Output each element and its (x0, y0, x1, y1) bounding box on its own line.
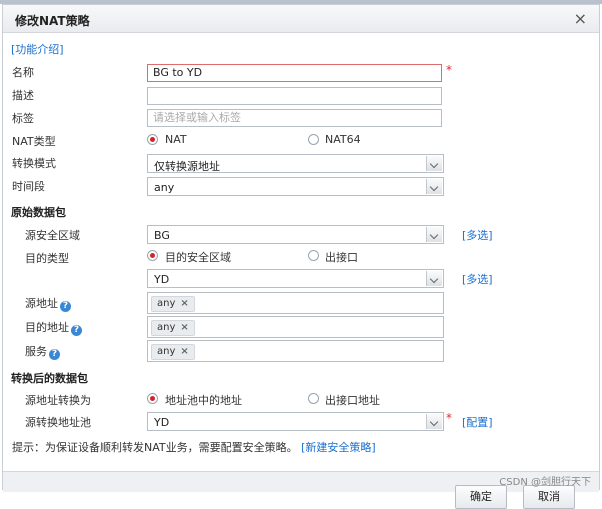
name-required-mark: * (446, 63, 452, 77)
csdn-watermark: CSDN @剑胆行天下 (499, 477, 591, 488)
description-input[interactable] (147, 87, 442, 105)
original-packet-section-title: 原始数据包 (11, 206, 66, 219)
source-address-tag-text: any (157, 298, 176, 309)
source-zone-multi-select-link[interactable]: [多选] (462, 227, 493, 243)
address-pool-config-link[interactable]: [配置] (462, 414, 493, 430)
cancel-button[interactable]: 取消 (523, 485, 575, 509)
destination-zone-multi-select-link[interactable]: [多选] (462, 271, 493, 287)
ok-button[interactable]: 确定 (455, 485, 507, 509)
destination-address-field[interactable]: any × (147, 316, 444, 338)
time-range-select[interactable]: any (147, 177, 444, 196)
destination-type-option-zone: 目的安全区域 (165, 251, 231, 264)
address-pool-required-mark: * (446, 411, 452, 425)
address-pool-label: 源转换地址池 (25, 416, 91, 429)
nat-type-radio-nat[interactable] (147, 134, 158, 145)
dialog-title: 修改NAT策略 (15, 14, 90, 28)
converted-packet-section-title: 转换后的数据包 (11, 372, 88, 385)
destination-address-tag: any × (151, 320, 195, 336)
nat-type-option-nat64: NAT64 (325, 133, 361, 146)
help-icon[interactable]: ? (60, 301, 71, 312)
source-convert-option-interface: 出接口地址 (325, 394, 380, 407)
service-label-text: 服务 (25, 345, 47, 358)
tag-label: 标签 (12, 112, 34, 125)
nat-type-radio-nat64[interactable] (308, 134, 319, 145)
destination-address-tag-text: any (157, 322, 176, 333)
convert-mode-select[interactable]: 仅转换源地址 (147, 154, 444, 173)
dialog-titlebar: 修改NAT策略 × (3, 5, 599, 33)
destination-type-radio-interface[interactable] (308, 250, 319, 261)
tag-placeholder: 请选择或输入标签 (153, 111, 241, 124)
service-tag-text: any (157, 346, 176, 357)
help-icon[interactable]: ? (49, 349, 60, 360)
service-tag: any × (151, 344, 195, 360)
time-range-label: 时间段 (12, 180, 45, 193)
destination-zone-select[interactable]: YD (147, 269, 444, 288)
tag-input[interactable]: 请选择或输入标签 (147, 109, 442, 127)
destination-type-option-interface: 出接口 (325, 251, 358, 264)
remove-tag-icon[interactable]: × (180, 346, 188, 357)
remove-tag-icon[interactable]: × (180, 298, 188, 309)
hint-message: 提示：为保证设备顺利转发NAT业务，需要配置安全策略。 (12, 441, 298, 454)
source-zone-value: BG (154, 229, 170, 242)
help-icon[interactable]: ? (71, 325, 82, 336)
chevron-down-icon[interactable] (426, 179, 442, 194)
nat-policy-dialog: 修改NAT策略 × [功能介绍] 名称 BG to YD * 描述 标签 请选择… (2, 4, 600, 509)
address-pool-select[interactable]: YD (147, 412, 444, 431)
name-label: 名称 (12, 66, 34, 79)
source-address-tag: any × (151, 296, 195, 312)
time-range-value: any (154, 181, 175, 194)
service-label: 服务? (25, 343, 60, 360)
close-icon[interactable]: × (574, 9, 587, 28)
remove-tag-icon[interactable]: × (180, 322, 188, 333)
source-convert-option-pool: 地址池中的地址 (165, 394, 242, 407)
address-pool-value: YD (154, 416, 170, 429)
destination-type-radio-zone[interactable] (147, 250, 158, 261)
destination-zone-value: YD (154, 273, 170, 286)
new-security-policy-link[interactable]: [新建安全策略] (301, 441, 376, 454)
source-address-label: 源地址? (25, 295, 71, 312)
convert-mode-value: 仅转换源地址 (154, 160, 220, 173)
source-convert-radio-interface[interactable] (308, 393, 319, 404)
source-zone-select[interactable]: BG (147, 225, 444, 244)
nat-type-label: NAT类型 (12, 135, 56, 148)
source-address-field[interactable]: any × (147, 292, 444, 314)
chevron-down-icon[interactable] (426, 271, 442, 286)
source-zone-label: 源安全区域 (25, 229, 80, 242)
service-field[interactable]: any × (147, 340, 444, 362)
source-address-label-text: 源地址 (25, 297, 58, 310)
destination-address-label: 目的地址? (25, 319, 82, 336)
name-input[interactable]: BG to YD (147, 64, 442, 82)
chevron-down-icon[interactable] (426, 156, 442, 171)
feature-intro-link[interactable]: [功能介绍] (11, 41, 64, 57)
name-value: BG to YD (153, 66, 203, 79)
source-convert-label: 源地址转换为 (25, 394, 91, 407)
nat-type-option-nat: NAT (165, 133, 187, 146)
destination-address-label-text: 目的地址 (25, 321, 69, 334)
source-convert-radio-pool[interactable] (147, 393, 158, 404)
chevron-down-icon[interactable] (426, 414, 442, 429)
chevron-down-icon[interactable] (426, 227, 442, 242)
hint-text: 提示：为保证设备顺利转发NAT业务，需要配置安全策略。 [新建安全策略] (12, 439, 376, 455)
destination-type-label: 目的类型 (25, 252, 69, 265)
convert-mode-label: 转换模式 (12, 157, 56, 170)
description-label: 描述 (12, 89, 34, 102)
